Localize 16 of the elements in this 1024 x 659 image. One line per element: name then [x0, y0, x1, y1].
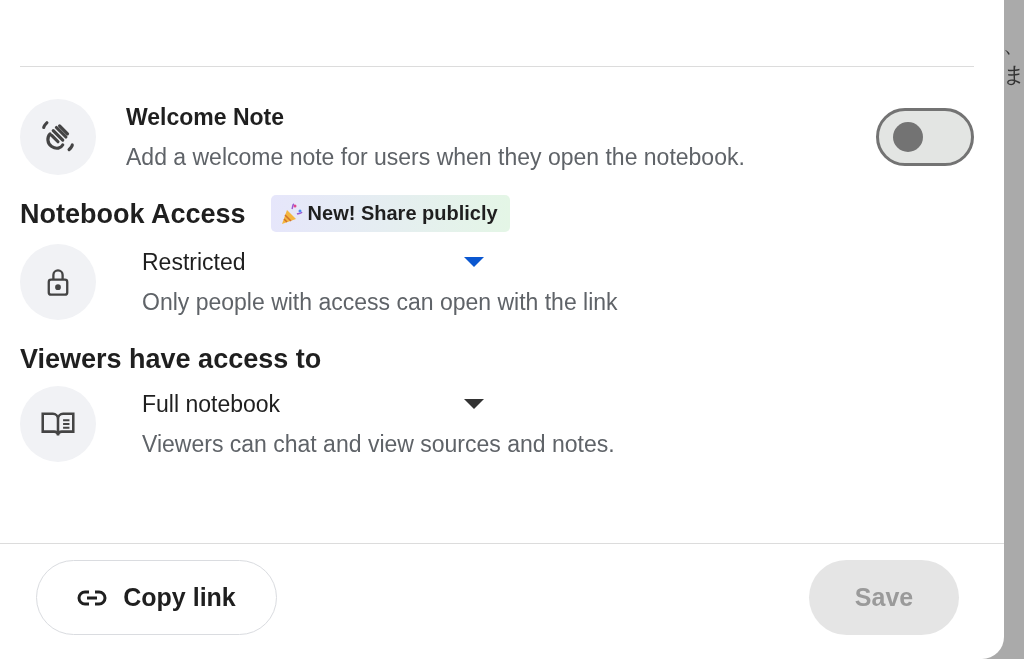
access-dropdown[interactable]: Full notebook: [142, 389, 484, 419]
section-heading: Notebook Access: [20, 197, 246, 231]
background-text: ま: [1004, 61, 1024, 89]
party-popper-icon: [279, 201, 304, 226]
book-icon: [40, 410, 76, 438]
access-dropdown[interactable]: Restricted: [142, 247, 484, 277]
welcome-note-toggle[interactable]: [876, 108, 974, 166]
section-heading: Viewers have access to: [20, 343, 322, 376]
welcome-note-title: Welcome Note: [126, 103, 286, 132]
copy-link-button[interactable]: Copy link: [36, 560, 277, 635]
link-icon: [77, 589, 108, 606]
welcome-note-description: Add a welcome note for users when they open the notebook.: [126, 143, 746, 172]
access-description: Only people with access can open with the link: [142, 288, 619, 317]
access-description: Viewers can chat and view sources and notes.: [142, 430, 616, 459]
new-feature-badge: New! Share publicly: [270, 195, 510, 232]
background-text: 、: [1004, 31, 1024, 59]
